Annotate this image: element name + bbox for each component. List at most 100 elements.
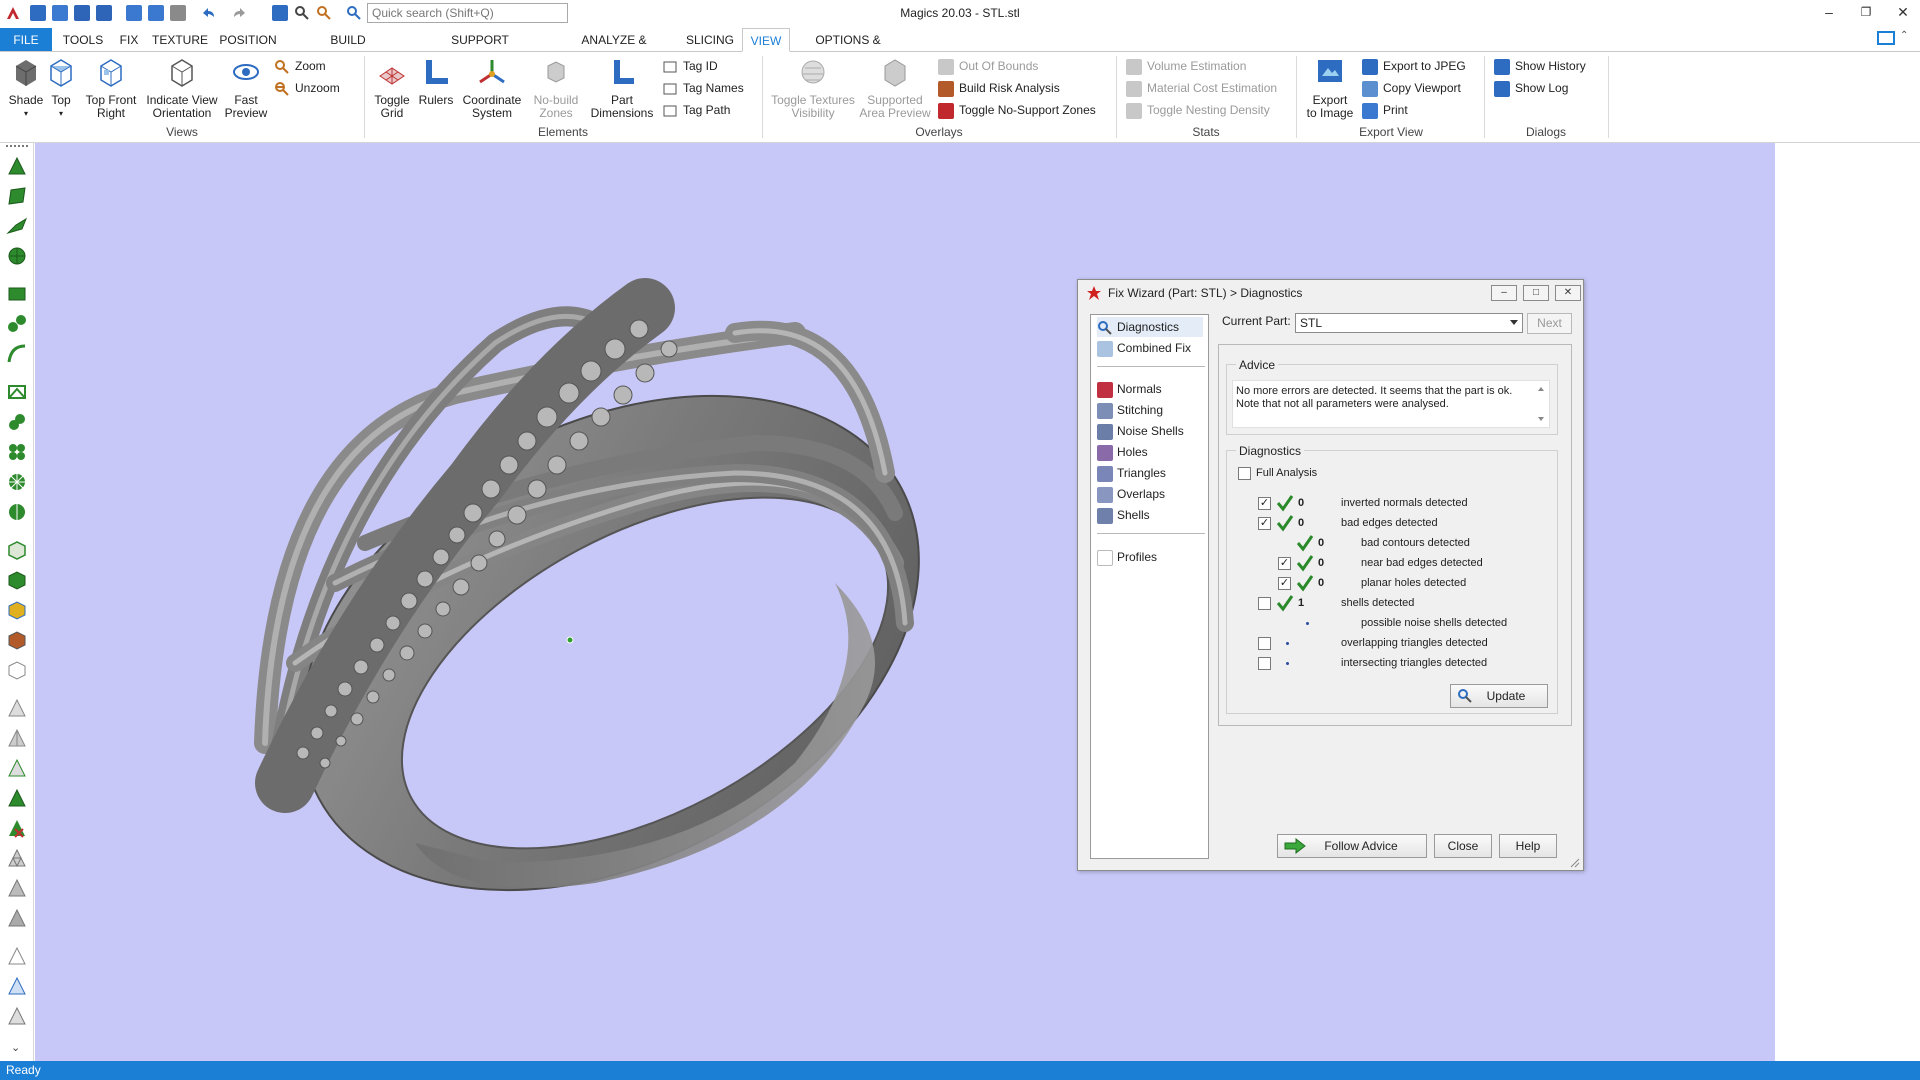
select-shell-icon[interactable]	[6, 245, 28, 267]
export-to-jpeg-button[interactable]: Export to JPEG	[1362, 57, 1466, 75]
more-tools-icon[interactable]: ⌄	[11, 1041, 20, 1054]
tab-tools[interactable]: TOOLS	[60, 28, 106, 52]
collapse-ribbon-icon[interactable]: ⌃	[1900, 30, 1908, 41]
minimize-button[interactable]: –	[1816, 2, 1842, 22]
tag-path-button[interactable]: Tag Path	[662, 101, 730, 119]
nav-item-holes[interactable]: Holes	[1097, 442, 1148, 462]
current-part-select[interactable]: STL	[1295, 313, 1523, 333]
nav-item-stitching[interactable]: Stitching	[1097, 400, 1163, 420]
triangle-gray-icon[interactable]	[6, 697, 28, 719]
nav-item-combined-fix[interactable]: Combined Fix	[1097, 338, 1191, 358]
bad-edges-checkbox[interactable]: ✓	[1258, 517, 1271, 530]
cube-color-icon[interactable]	[6, 599, 28, 621]
tab-texture[interactable]: TEXTURE	[152, 28, 208, 52]
part-dimensions-button[interactable]: Part Dimensions	[590, 56, 654, 120]
copy-viewport-button[interactable]: Copy Viewport	[1362, 79, 1461, 97]
tab-fix[interactable]: FIX	[114, 28, 144, 52]
near-bad-edges-checkbox[interactable]: ✓	[1278, 557, 1291, 570]
top-view-button[interactable]: Top ▾	[44, 56, 78, 120]
select-plane-icon[interactable]	[6, 185, 28, 207]
tab-file[interactable]: FILE	[0, 28, 52, 52]
rulers-button[interactable]: Rulers	[416, 56, 456, 107]
build-risk-analysis-button[interactable]: Build Risk Analysis	[938, 79, 1060, 97]
full-analysis-checkbox[interactable]	[1238, 467, 1251, 480]
update-button[interactable]: Update	[1450, 684, 1548, 708]
unzoom-button[interactable]: Unzoom	[274, 79, 340, 97]
dialog-minimize-button[interactable]: –	[1491, 285, 1517, 301]
triangle-outline-icon[interactable]	[6, 945, 28, 967]
layout-icon[interactable]	[1876, 28, 1898, 50]
nav-item-triangles[interactable]: Triangles	[1097, 463, 1166, 483]
select-box-icon[interactable]	[6, 283, 28, 305]
show-log-button[interactable]: Show Log	[1494, 79, 1568, 97]
advice-scrollbar[interactable]	[1534, 383, 1548, 425]
tab-view[interactable]: VIEW	[742, 28, 790, 52]
triangle-green-icon[interactable]	[6, 787, 28, 809]
indicate-view-orientation-button[interactable]: Indicate View Orientation	[144, 56, 220, 120]
mark-contour-icon[interactable]	[6, 411, 28, 433]
triangle-shade-icon[interactable]	[6, 877, 28, 899]
volume-estimation-button[interactable]: Volume Estimation	[1126, 57, 1246, 75]
shells-checkbox[interactable]	[1258, 597, 1271, 610]
mark-sphere-icon[interactable]	[6, 471, 28, 493]
triangle-blue-icon[interactable]	[6, 975, 28, 997]
toggle-no-support-zones-button[interactable]: Toggle No-Support Zones	[938, 101, 1096, 119]
nav-item-profiles[interactable]: Profiles	[1097, 547, 1157, 567]
supported-area-preview-button[interactable]: Supported Area Preview	[858, 56, 932, 120]
tab-position[interactable]: POSITION	[216, 28, 280, 52]
toggle-grid-button[interactable]: Toggle Grid	[370, 56, 414, 120]
resize-grip-icon[interactable]	[1568, 856, 1580, 868]
zoom-button[interactable]: Zoom	[274, 57, 326, 75]
triangle-mesh-icon[interactable]	[6, 847, 28, 869]
dialog-maximize-button[interactable]: □	[1523, 285, 1549, 301]
overlapping-triangles-checkbox[interactable]	[1258, 637, 1271, 650]
tab-options-help[interactable]: OPTIONS & HELP	[798, 28, 898, 71]
tab-slicing[interactable]: SLICING	[684, 28, 736, 52]
mark-cylinder-icon[interactable]	[6, 501, 28, 523]
nav-item-overlaps[interactable]: Overlaps	[1097, 484, 1165, 504]
restore-button[interactable]: ❐	[1853, 2, 1879, 22]
out-of-bounds-button[interactable]: Out Of Bounds	[938, 57, 1038, 75]
tab-analyze-report[interactable]: ANALYZE & REPORT	[558, 28, 670, 71]
select-surface-icon[interactable]	[6, 215, 28, 237]
expand-selection-icon[interactable]	[6, 441, 28, 463]
no-build-zones-button[interactable]: No-build Zones	[528, 56, 584, 120]
close-button[interactable]: ✕	[1890, 2, 1916, 22]
select-connected-icon[interactable]	[6, 313, 28, 335]
cube-icon[interactable]	[6, 539, 28, 561]
nav-item-shells[interactable]: Shells	[1097, 505, 1150, 525]
triangle-flat-icon[interactable]	[6, 907, 28, 929]
fast-preview-button[interactable]: Fast Preview	[222, 56, 270, 120]
nav-item-diagnostics[interactable]: Diagnostics	[1097, 317, 1203, 337]
shade-button[interactable]: Shade ▾	[6, 56, 46, 120]
coordinate-system-button[interactable]: Coordinate System	[458, 56, 526, 120]
triangle-split-icon[interactable]	[6, 727, 28, 749]
select-curve-icon[interactable]	[6, 343, 28, 365]
next-button[interactable]: Next	[1527, 313, 1572, 334]
planar-holes-checkbox[interactable]: ✓	[1278, 577, 1291, 590]
triangle-gray-outline-icon[interactable]	[6, 1005, 28, 1027]
nav-item-normals[interactable]: Normals	[1097, 379, 1162, 399]
inverted-normals-checkbox[interactable]: ✓	[1258, 497, 1271, 510]
cube-part-icon[interactable]	[6, 629, 28, 651]
export-to-image-button[interactable]: Export to Image	[1304, 56, 1356, 120]
toggle-textures-button[interactable]: Toggle Textures Visibility	[768, 56, 858, 120]
print-button[interactable]: Print	[1362, 101, 1408, 119]
toggle-nesting-density-button[interactable]: Toggle Nesting Density	[1126, 101, 1270, 119]
cube-select-icon[interactable]	[6, 569, 28, 591]
tab-build-preparation[interactable]: BUILD PREPARATION	[288, 28, 408, 71]
toolbar-grip[interactable]	[6, 145, 28, 148]
cube-outline-icon[interactable]	[6, 659, 28, 681]
close-dialog-button[interactable]: Close	[1434, 834, 1492, 858]
select-triangle-icon[interactable]	[6, 155, 28, 177]
tag-id-button[interactable]: Tag ID	[662, 57, 718, 75]
intersecting-triangles-checkbox[interactable]	[1258, 657, 1271, 670]
tag-names-button[interactable]: Tag Names	[662, 79, 744, 97]
help-button[interactable]: Help	[1499, 834, 1557, 858]
material-cost-estimation-button[interactable]: Material Cost Estimation	[1126, 79, 1277, 97]
nav-item-noise-shells[interactable]: Noise Shells	[1097, 421, 1184, 441]
mark-plane-icon[interactable]	[6, 381, 28, 403]
follow-advice-button[interactable]: Follow Advice	[1277, 834, 1427, 858]
top-front-right-button[interactable]: Top Front Right	[82, 56, 140, 120]
triangle-delete-icon[interactable]	[6, 817, 28, 839]
